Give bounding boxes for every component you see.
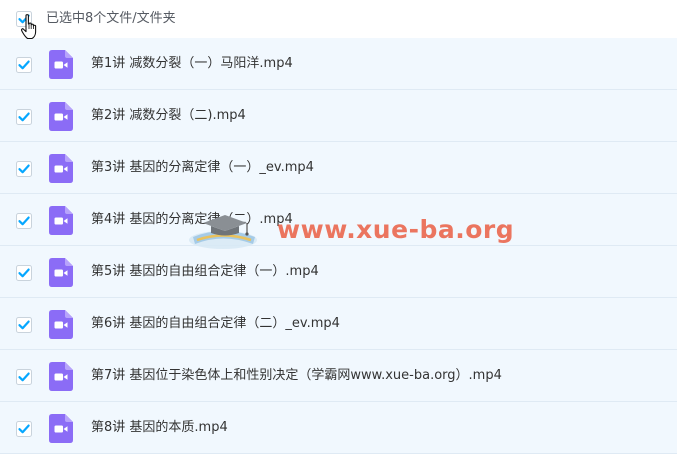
file-name[interactable]: 第2讲 减数分裂（二).mp4	[91, 107, 246, 125]
file-name[interactable]: 第7讲 基因位于染色体上和性别决定（学霸网www.xue-ba.org）.mp4	[91, 367, 502, 385]
file-checkbox[interactable]	[16, 421, 32, 437]
file-checkbox[interactable]	[16, 213, 32, 229]
selection-count-text: 已选中8个文件/文件夹	[46, 11, 176, 26]
file-name[interactable]: 第8讲 基因的本质.mp4	[91, 419, 228, 437]
file-row[interactable]: 第1讲 减数分裂（一）马阳洋.mp4	[0, 38, 677, 90]
file-checkbox[interactable]	[16, 265, 32, 281]
file-checkbox[interactable]	[16, 57, 32, 73]
file-row[interactable]: 第6讲 基因的自由组合定律（二）_ev.mp4	[0, 298, 677, 350]
file-name[interactable]: 第1讲 减数分裂（一）马阳洋.mp4	[91, 55, 293, 73]
file-checkbox[interactable]	[16, 109, 32, 125]
file-checkbox[interactable]	[16, 161, 32, 177]
file-row[interactable]: 第3讲 基因的分离定律（一）_ev.mp4	[0, 142, 677, 194]
video-file-icon	[49, 258, 73, 287]
file-row[interactable]: 第4讲 基因的分离定律（二）.mp4	[0, 194, 677, 246]
video-file-icon	[49, 50, 73, 79]
file-checkbox[interactable]	[16, 369, 32, 385]
video-file-icon	[49, 414, 73, 443]
video-file-icon	[49, 102, 73, 131]
file-name[interactable]: 第3讲 基因的分离定律（一）_ev.mp4	[91, 159, 314, 177]
file-selection-view: 已选中8个文件/文件夹 第1讲 减数分裂（一）马阳洋.mp4 第2讲 减数分裂（二…	[0, 0, 677, 463]
file-row[interactable]: 第5讲 基因的自由组合定律（一）.mp4	[0, 246, 677, 298]
video-file-icon	[49, 154, 73, 183]
file-name[interactable]: 第6讲 基因的自由组合定律（二）_ev.mp4	[91, 315, 340, 333]
file-checkbox[interactable]	[16, 317, 32, 333]
file-row[interactable]: 第8讲 基因的本质.mp4	[0, 402, 677, 454]
video-file-icon	[49, 310, 73, 339]
file-list: 第1讲 减数分裂（一）马阳洋.mp4 第2讲 减数分裂（二).mp4 第3讲 基因的…	[0, 38, 677, 454]
file-name[interactable]: 第4讲 基因的分离定律（二）.mp4	[91, 211, 293, 229]
file-row[interactable]: 第2讲 减数分裂（二).mp4	[0, 90, 677, 142]
hand-cursor-icon	[20, 14, 37, 40]
video-file-icon	[49, 206, 73, 235]
selection-header: 已选中8个文件/文件夹	[0, 0, 677, 38]
file-row[interactable]: 第7讲 基因位于染色体上和性别决定（学霸网www.xue-ba.org）.mp4	[0, 350, 677, 402]
video-file-icon	[49, 362, 73, 391]
file-name[interactable]: 第5讲 基因的自由组合定律（一）.mp4	[91, 263, 319, 281]
